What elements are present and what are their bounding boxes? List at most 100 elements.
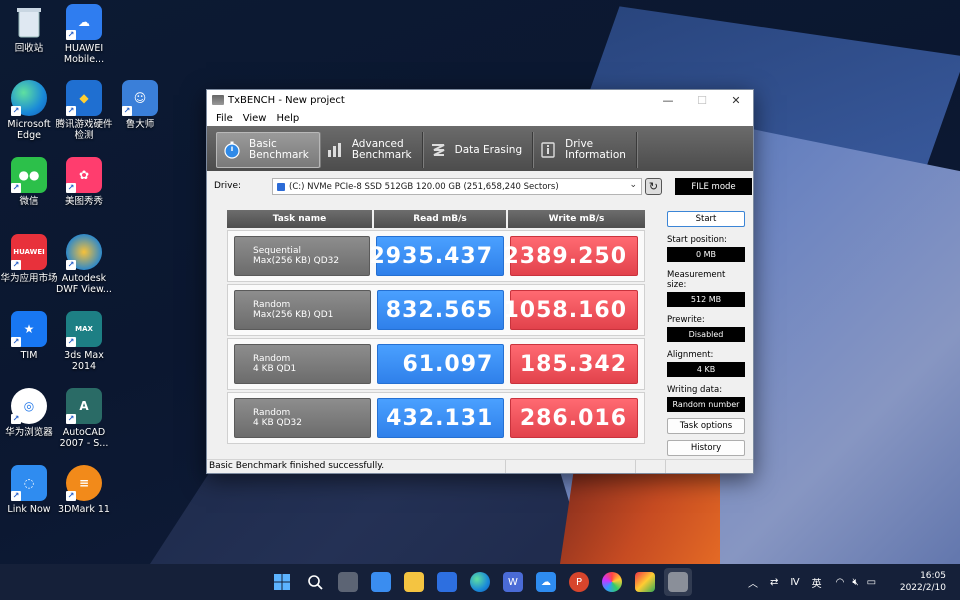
results-table: Task name Read mB/s Write mB/s Sequentia… <box>227 210 645 444</box>
desktop-icon-huawei-mobile[interactable]: ☁ ↗ HUAWEI Mobile... <box>55 4 113 65</box>
info-icon <box>539 141 557 159</box>
tab-erasing-label: Data Erasing <box>454 143 523 156</box>
desktop-icon-ludashi[interactable]: ☺ ↗ 鲁大师 <box>111 80 169 130</box>
window-title: TxBENCH - New project <box>228 94 345 106</box>
autodesk-icon: ↗ <box>66 234 102 270</box>
task-random-256k-qd1[interactable]: Random Max(256 KB) QD1 <box>234 290 371 330</box>
task-random-4k-qd1[interactable]: Random 4 KB QD1 <box>234 344 371 384</box>
status-text: Basic Benchmark finished successfully. <box>209 461 385 471</box>
desktop-icon-edge[interactable]: ↗ Microsoft Edge <box>0 80 58 141</box>
desktop-icon-wechat[interactable]: ●● ↗ 微信 <box>0 157 58 207</box>
clock-time: 16:05 <box>920 571 946 581</box>
table-header: Task name Read mB/s Write mB/s <box>227 210 645 228</box>
file-explorer-icon[interactable] <box>404 572 424 592</box>
app-w-icon[interactable]: W <box>503 572 523 592</box>
store-icon[interactable] <box>437 572 457 592</box>
edge-taskbar-icon[interactable] <box>470 572 490 592</box>
prewrite-value[interactable]: Disabled <box>667 327 745 342</box>
powerpoint-icon[interactable]: P <box>569 572 589 592</box>
clock[interactable]: 16:05 2022/2/10 <box>900 570 946 594</box>
close-button[interactable]: ✕ <box>719 90 753 110</box>
clock-date: 2022/2/10 <box>899 583 946 593</box>
desktop-icon-3dsmax[interactable]: MAX ↗ 3ds Max 2014 <box>55 311 113 372</box>
measurement-size-value[interactable]: 512 MB <box>667 292 745 307</box>
tab-drive-information[interactable]: Drive Information <box>533 132 637 168</box>
minimize-button[interactable]: — <box>651 90 685 110</box>
drive-select[interactable]: (C:) NVMe PCIe-8 SSD 512GB 120.00 GB (25… <box>272 178 642 195</box>
start-button[interactable]: Start <box>667 211 745 227</box>
task-line2: Max(256 KB) QD32 <box>253 256 340 266</box>
txbench-app-icon <box>212 95 224 105</box>
status-divider <box>635 460 636 473</box>
eraser-icon <box>429 141 447 159</box>
wifi-icon[interactable]: ◠ <box>836 577 845 588</box>
app-tray-icon[interactable]: Ⅳ <box>790 577 799 588</box>
desktop-icon-autocad[interactable]: A ↗ AutoCAD 2007 - S... <box>55 388 113 449</box>
color-app-icon[interactable] <box>602 572 622 592</box>
tab-data-erasing[interactable]: Data Erasing <box>423 132 534 168</box>
file-mode-button[interactable]: FILE mode <box>675 178 752 195</box>
menu-help[interactable]: Help <box>271 113 304 124</box>
chevron-up-icon[interactable]: ︿ <box>748 575 758 590</box>
volume-muted-icon[interactable]: 🔇︎ <box>852 577 858 588</box>
menu-file[interactable]: File <box>211 113 238 124</box>
task-line2: 4 KB QD32 <box>253 418 302 428</box>
benchmark-tabs: Basic Benchmark Advanced Benchmark Data Er… <box>207 126 753 171</box>
write-value: 185.342 <box>510 344 639 384</box>
desktop-icon-meitu[interactable]: ✿ ↗ 美图秀秀 <box>55 157 113 207</box>
txbench-taskbar-icon[interactable] <box>668 572 688 592</box>
search-icon[interactable] <box>305 572 325 592</box>
tab-basic-benchmark[interactable]: Basic Benchmark <box>216 132 320 168</box>
task-options-button[interactable]: Task options <box>667 418 745 434</box>
task-line1: Sequential <box>253 246 301 256</box>
task-line2: Max(256 KB) QD1 <box>253 310 334 320</box>
desktop-icon-autodesk[interactable]: ↗ Autodesk DWF View... <box>55 234 113 295</box>
desktop-icon-tim[interactable]: ★ ↗ TIM <box>0 311 58 361</box>
autocad-icon: A ↗ <box>66 388 102 424</box>
table-row: Random Max(256 KB) QD1 832.565 1058.160 <box>227 284 645 336</box>
huawei-appgallery-icon: HUAWEI ↗ <box>11 234 47 270</box>
task-sequential-qd32[interactable]: Sequential Max(256 KB) QD32 <box>234 236 370 276</box>
task-view-icon[interactable] <box>338 572 358 592</box>
widgets-icon[interactable] <box>371 572 391 592</box>
task-random-4k-qd32[interactable]: Random 4 KB QD32 <box>234 398 371 438</box>
write-value: 1058.160 <box>503 290 638 330</box>
start-position-value[interactable]: 0 MB <box>667 247 745 262</box>
windows-start-icon[interactable] <box>272 572 292 592</box>
desktop-icon-tencent-hw[interactable]: ◆ ↗ 腾讯游戏硬件检测 <box>55 80 113 141</box>
writing-data-label: Writing data: <box>667 385 723 395</box>
history-button[interactable]: History <box>667 440 745 456</box>
desktop-icon-3dmark[interactable]: ≡ ↗ 3DMark 11 <box>55 465 113 515</box>
bar-chart-icon <box>326 141 344 159</box>
txbench-window: TxBENCH - New project — ☐ ✕ File View He… <box>206 89 754 474</box>
writing-data-value[interactable]: Random number <box>667 397 745 412</box>
prewrite-label: Prewrite: <box>667 315 705 325</box>
system-tray: ︿ ⇄ Ⅳ 英 ◠ 🔇︎ ▭ <box>748 564 876 600</box>
refresh-drives-button[interactable]: ↻ <box>645 178 662 195</box>
title-bar[interactable]: TxBENCH - New project — ☐ ✕ <box>207 90 753 110</box>
maximize-button[interactable]: ☐ <box>685 90 719 110</box>
menu-view[interactable]: View <box>238 113 272 124</box>
alignment-value[interactable]: 4 KB <box>667 362 745 377</box>
taskbar: W ☁ P ︿ ⇄ Ⅳ 英 ◠ 🔇︎ ▭ 16:05 2022/2/10 <box>0 564 960 600</box>
network-sync-icon[interactable]: ⇄ <box>770 577 778 588</box>
cloud-taskbar-icon[interactable]: ☁ <box>536 572 556 592</box>
edge-icon: ↗ <box>11 80 47 116</box>
desktop-icon-huawei-browser[interactable]: ◎ ↗ 华为浏览器 <box>0 388 58 438</box>
table-row: Random 4 KB QD32 432.131 286.016 <box>227 392 645 444</box>
settings-panel: Start Start position: 0 MB Measurement s… <box>667 211 745 456</box>
menu-bar: File View Help <box>207 110 753 126</box>
battery-icon[interactable]: ▭ <box>867 577 876 588</box>
winrar-icon[interactable] <box>635 572 655 592</box>
desktop-icon-recycle-bin[interactable]: 回收站 <box>0 4 58 54</box>
start-position-label: Start position: <box>667 235 727 245</box>
ime-indicator[interactable]: 英 <box>812 575 822 590</box>
tab-advanced-benchmark[interactable]: Advanced Benchmark <box>320 132 423 168</box>
desktop-icon-link-now[interactable]: ◌ ↗ Link Now <box>0 465 58 515</box>
3dsmax-icon: MAX ↗ <box>66 311 102 347</box>
read-value: 832.565 <box>376 290 504 330</box>
alignment-label: Alignment: <box>667 350 714 360</box>
hardware-check-icon: ◆ ↗ <box>66 80 102 116</box>
desktop-icon-huawei-appgallery[interactable]: HUAWEI ↗ 华为应用市场 <box>0 234 58 284</box>
task-line1: Random <box>253 354 291 364</box>
